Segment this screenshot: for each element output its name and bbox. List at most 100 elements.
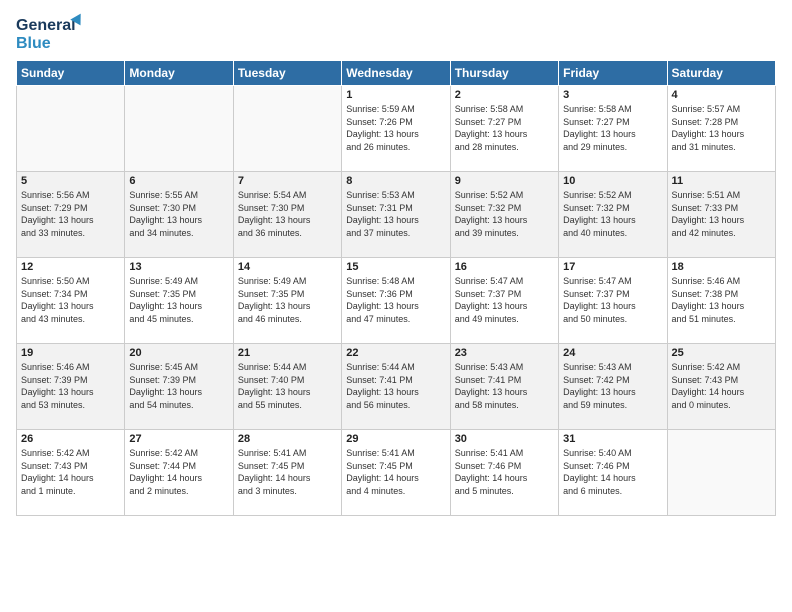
calendar-cell: 18 Sunrise: 5:46 AMSunset: 7:38 PMDayligh… bbox=[667, 258, 775, 344]
day-number: 14 bbox=[238, 261, 337, 273]
day-number: 12 bbox=[21, 261, 120, 273]
header: GeneralBlue bbox=[16, 12, 776, 54]
day-info: Sunrise: 5:46 AMSunset: 7:39 PMDaylight:… bbox=[21, 361, 120, 411]
weekday-header-thursday: Thursday bbox=[450, 61, 558, 86]
day-number: 9 bbox=[455, 175, 554, 187]
calendar-cell bbox=[125, 86, 233, 172]
calendar-cell: 16 Sunrise: 5:47 AMSunset: 7:37 PMDayligh… bbox=[450, 258, 558, 344]
day-number: 20 bbox=[129, 347, 228, 359]
day-number: 25 bbox=[672, 347, 771, 359]
day-info: Sunrise: 5:59 AMSunset: 7:26 PMDaylight:… bbox=[346, 103, 445, 153]
calendar-cell: 28Sunrise: 5:41 AMSunset: 7:45 PMDayligh… bbox=[233, 430, 341, 516]
calendar-table: SundayMondayTuesdayWednesdayThursdayFrid… bbox=[16, 60, 776, 516]
calendar-week-5: 26 Sunrise: 5:42 AMSunset: 7:43 PMDayligh… bbox=[17, 430, 776, 516]
day-info: Sunrise: 5:43 AMSunset: 7:41 PMDaylight:… bbox=[455, 361, 554, 411]
calendar-cell: 11Sunrise: 5:51 AMSunset: 7:33 PMDayligh… bbox=[667, 172, 775, 258]
weekday-header-saturday: Saturday bbox=[667, 61, 775, 86]
day-number: 22 bbox=[346, 347, 445, 359]
day-info: Sunrise: 5:44 AMSunset: 7:40 PMDaylight:… bbox=[238, 361, 337, 411]
day-number: 5 bbox=[21, 175, 120, 187]
calendar-week-2: 5 Sunrise: 5:56 AMSunset: 7:29 PMDaylight… bbox=[17, 172, 776, 258]
calendar-cell: 8Sunrise: 5:53 AMSunset: 7:31 PMDaylight… bbox=[342, 172, 450, 258]
day-number: 23 bbox=[455, 347, 554, 359]
day-number: 28 bbox=[238, 433, 337, 445]
day-number: 10 bbox=[563, 175, 662, 187]
day-number: 16 bbox=[455, 261, 554, 273]
day-info: Sunrise: 5:49 AMSunset: 7:35 PMDaylight:… bbox=[238, 275, 337, 325]
calendar-cell: 1 Sunrise: 5:59 AMSunset: 7:26 PMDaylight… bbox=[342, 86, 450, 172]
calendar-cell: 12Sunrise: 5:50 AMSunset: 7:34 PMDayligh… bbox=[17, 258, 125, 344]
calendar-cell: 20 Sunrise: 5:45 AMSunset: 7:39 PMDayligh… bbox=[125, 344, 233, 430]
calendar-cell bbox=[17, 86, 125, 172]
calendar-week-4: 19 Sunrise: 5:46 AMSunset: 7:39 PMDayligh… bbox=[17, 344, 776, 430]
day-info: Sunrise: 5:43 AMSunset: 7:42 PMDaylight:… bbox=[563, 361, 662, 411]
day-info: Sunrise: 5:52 AMSunset: 7:32 PMDaylight:… bbox=[563, 189, 662, 239]
calendar-cell: 6 Sunrise: 5:55 AMSunset: 7:30 PMDaylight… bbox=[125, 172, 233, 258]
calendar-cell: 19 Sunrise: 5:46 AMSunset: 7:39 PMDayligh… bbox=[17, 344, 125, 430]
day-info: Sunrise: 5:41 AMSunset: 7:46 PMDaylight:… bbox=[455, 447, 554, 497]
weekday-header-sunday: Sunday bbox=[17, 61, 125, 86]
day-info: Sunrise: 5:49 AMSunset: 7:35 PMDaylight:… bbox=[129, 275, 228, 325]
calendar-cell: 21 Sunrise: 5:44 AMSunset: 7:40 PMDayligh… bbox=[233, 344, 341, 430]
day-number: 21 bbox=[238, 347, 337, 359]
day-number: 29 bbox=[346, 433, 445, 445]
calendar-cell: 9 Sunrise: 5:52 AMSunset: 7:32 PMDaylight… bbox=[450, 172, 558, 258]
day-info: Sunrise: 5:58 AMSunset: 7:27 PMDaylight:… bbox=[563, 103, 662, 153]
day-number: 30 bbox=[455, 433, 554, 445]
day-info: Sunrise: 5:47 AMSunset: 7:37 PMDaylight:… bbox=[455, 275, 554, 325]
calendar-week-3: 12Sunrise: 5:50 AMSunset: 7:34 PMDayligh… bbox=[17, 258, 776, 344]
calendar-cell bbox=[233, 86, 341, 172]
logo: GeneralBlue bbox=[16, 12, 96, 54]
calendar-cell: 30 Sunrise: 5:41 AMSunset: 7:46 PMDayligh… bbox=[450, 430, 558, 516]
calendar-cell: 3 Sunrise: 5:58 AMSunset: 7:27 PMDaylight… bbox=[559, 86, 667, 172]
calendar-cell: 15 Sunrise: 5:48 AMSunset: 7:36 PMDayligh… bbox=[342, 258, 450, 344]
day-number: 8 bbox=[346, 175, 445, 187]
day-info: Sunrise: 5:55 AMSunset: 7:30 PMDaylight:… bbox=[129, 189, 228, 239]
day-info: Sunrise: 5:46 AMSunset: 7:38 PMDaylight:… bbox=[672, 275, 771, 325]
main-container: GeneralBlue SundayMondayTuesdayWednesday… bbox=[0, 0, 792, 524]
day-number: 15 bbox=[346, 261, 445, 273]
day-number: 4 bbox=[672, 89, 771, 101]
day-info: Sunrise: 5:56 AMSunset: 7:29 PMDaylight:… bbox=[21, 189, 120, 239]
day-info: Sunrise: 5:42 AMSunset: 7:43 PMDaylight:… bbox=[21, 447, 120, 497]
day-number: 6 bbox=[129, 175, 228, 187]
calendar-cell bbox=[667, 430, 775, 516]
calendar-cell: 22 Sunrise: 5:44 AMSunset: 7:41 PMDayligh… bbox=[342, 344, 450, 430]
day-number: 7 bbox=[238, 175, 337, 187]
day-info: Sunrise: 5:42 AMSunset: 7:44 PMDaylight:… bbox=[129, 447, 228, 497]
day-info: Sunrise: 5:44 AMSunset: 7:41 PMDaylight:… bbox=[346, 361, 445, 411]
calendar-cell: 10 Sunrise: 5:52 AMSunset: 7:32 PMDayligh… bbox=[559, 172, 667, 258]
calendar-cell: 26 Sunrise: 5:42 AMSunset: 7:43 PMDayligh… bbox=[17, 430, 125, 516]
calendar-cell: 24 Sunrise: 5:43 AMSunset: 7:42 PMDayligh… bbox=[559, 344, 667, 430]
calendar-cell: 4 Sunrise: 5:57 AMSunset: 7:28 PMDaylight… bbox=[667, 86, 775, 172]
svg-text:Blue: Blue bbox=[16, 35, 51, 52]
day-number: 13 bbox=[129, 261, 228, 273]
day-number: 18 bbox=[672, 261, 771, 273]
calendar-cell: 23 Sunrise: 5:43 AMSunset: 7:41 PMDayligh… bbox=[450, 344, 558, 430]
weekday-header-tuesday: Tuesday bbox=[233, 61, 341, 86]
weekday-header-friday: Friday bbox=[559, 61, 667, 86]
day-info: Sunrise: 5:57 AMSunset: 7:28 PMDaylight:… bbox=[672, 103, 771, 153]
logo-svg: GeneralBlue bbox=[16, 12, 96, 54]
calendar-cell: 5 Sunrise: 5:56 AMSunset: 7:29 PMDaylight… bbox=[17, 172, 125, 258]
day-number: 27 bbox=[129, 433, 228, 445]
day-info: Sunrise: 5:48 AMSunset: 7:36 PMDaylight:… bbox=[346, 275, 445, 325]
weekday-header-monday: Monday bbox=[125, 61, 233, 86]
day-number: 26 bbox=[21, 433, 120, 445]
calendar-cell: 17 Sunrise: 5:47 AMSunset: 7:37 PMDayligh… bbox=[559, 258, 667, 344]
day-info: Sunrise: 5:40 AMSunset: 7:46 PMDaylight:… bbox=[563, 447, 662, 497]
calendar-cell: 13 Sunrise: 5:49 AMSunset: 7:35 PMDayligh… bbox=[125, 258, 233, 344]
day-number: 17 bbox=[563, 261, 662, 273]
day-number: 24 bbox=[563, 347, 662, 359]
day-info: Sunrise: 5:47 AMSunset: 7:37 PMDaylight:… bbox=[563, 275, 662, 325]
day-number: 2 bbox=[455, 89, 554, 101]
calendar-week-1: 1 Sunrise: 5:59 AMSunset: 7:26 PMDaylight… bbox=[17, 86, 776, 172]
day-info: Sunrise: 5:54 AMSunset: 7:30 PMDaylight:… bbox=[238, 189, 337, 239]
day-number: 1 bbox=[346, 89, 445, 101]
day-info: Sunrise: 5:52 AMSunset: 7:32 PMDaylight:… bbox=[455, 189, 554, 239]
calendar-cell: 25Sunrise: 5:42 AMSunset: 7:43 PMDayligh… bbox=[667, 344, 775, 430]
day-number: 19 bbox=[21, 347, 120, 359]
day-info: Sunrise: 5:58 AMSunset: 7:27 PMDaylight:… bbox=[455, 103, 554, 153]
day-number: 3 bbox=[563, 89, 662, 101]
day-info: Sunrise: 5:45 AMSunset: 7:39 PMDaylight:… bbox=[129, 361, 228, 411]
